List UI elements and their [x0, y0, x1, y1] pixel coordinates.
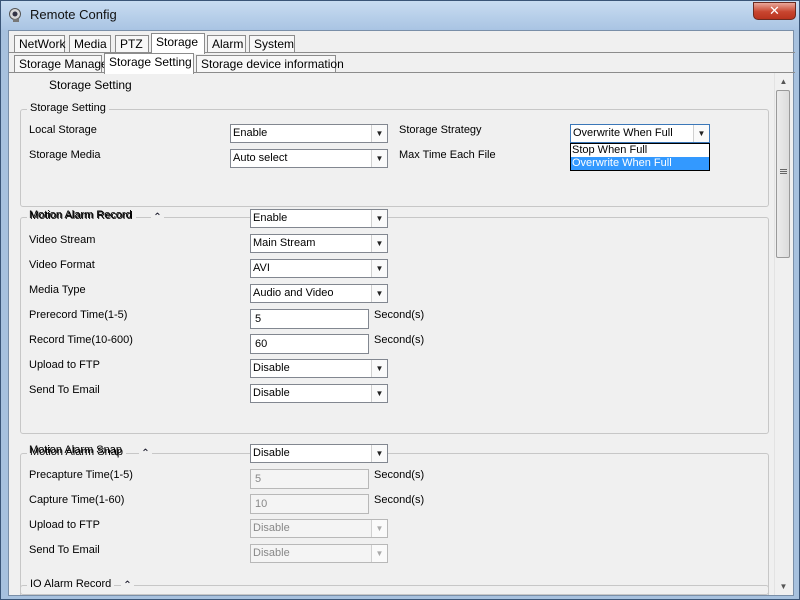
- remote-config-window: Remote Config ✕ NetWork Media PTZ Storag…: [0, 0, 800, 600]
- scrollbar-thumb[interactable]: [776, 90, 790, 258]
- storage-strategy-label: Storage Strategy: [399, 124, 482, 136]
- triangle-down-icon: ▼: [371, 285, 387, 302]
- motion-alarm-snap-select[interactable]: Disable ▼: [250, 444, 388, 463]
- vertical-scrollbar[interactable]: ▲ ▼: [774, 73, 791, 595]
- window-title: Remote Config: [30, 7, 117, 22]
- snap-send-email-select[interactable]: Disable ▼: [250, 544, 388, 563]
- triangle-down-icon: ▼: [371, 125, 387, 142]
- storage-media-value: Auto select: [233, 152, 288, 164]
- local-storage-label: Local Storage: [29, 124, 97, 136]
- record-send-email-label: Send To Email: [29, 384, 100, 396]
- local-storage-value: Enable: [233, 127, 268, 139]
- video-stream-label: Video Stream: [29, 234, 96, 246]
- camera-icon: [9, 8, 21, 22]
- option-overwrite-when-full[interactable]: Overwrite When Full: [571, 157, 709, 170]
- record-upload-ftp-select[interactable]: Disable ▼: [250, 359, 388, 378]
- record-time-label: Record Time(10-600): [29, 334, 133, 346]
- storage-strategy-value: Overwrite When Full: [573, 127, 673, 139]
- media-type-label: Media Type: [29, 284, 86, 296]
- precapture-time-label: Precapture Time(1-5): [29, 469, 133, 481]
- double-chevron-up-icon[interactable]: ⌃: [121, 579, 134, 592]
- record-time-input[interactable]: 60: [250, 334, 369, 354]
- triangle-down-icon: ▼: [693, 125, 709, 142]
- io-alarm-record-group: IO Alarm Record ⌃: [20, 578, 769, 595]
- triangle-down-icon: ▼: [371, 385, 387, 402]
- motion-alarm-snap-value: Disable: [253, 447, 290, 459]
- storage-media-select[interactable]: Auto select ▼: [230, 149, 388, 168]
- local-storage-select[interactable]: Enable ▼: [230, 124, 388, 143]
- scroll-up-arrow-icon[interactable]: ▲: [775, 73, 792, 90]
- motion-alarm-snap-label: Motion Alarm Snap: [29, 444, 122, 456]
- prerecord-time-input[interactable]: 5: [250, 309, 369, 329]
- precapture-time-unit: Second(s): [374, 469, 425, 481]
- prerecord-time-unit: Second(s): [374, 309, 425, 321]
- page-title: Storage Setting: [49, 78, 132, 92]
- record-upload-ftp-label: Upload to FTP: [29, 359, 100, 371]
- motion-alarm-record-label: Motion Alarm Record: [29, 209, 132, 221]
- snap-upload-ftp-value: Disable: [253, 522, 290, 534]
- storage-setting-group-title: Storage Setting: [27, 102, 109, 114]
- motion-alarm-record-value: Enable: [253, 212, 288, 224]
- video-stream-value: Main Stream: [253, 237, 316, 249]
- snap-upload-ftp-label: Upload to FTP: [29, 519, 100, 531]
- triangle-down-icon: ▼: [371, 210, 387, 227]
- tab-ptz[interactable]: PTZ: [115, 35, 149, 53]
- tab-system[interactable]: System: [249, 35, 295, 53]
- media-type-value: Audio and Video: [253, 287, 334, 299]
- record-upload-ftp-value: Disable: [253, 362, 290, 374]
- snap-send-email-label: Send To Email: [29, 544, 100, 556]
- tab-media[interactable]: Media: [69, 35, 111, 53]
- tab-storage[interactable]: Storage: [151, 33, 205, 54]
- triangle-down-icon: ▼: [371, 445, 387, 462]
- max-time-label: Max Time Each File: [399, 149, 496, 161]
- video-format-value: AVI: [253, 262, 270, 274]
- snap-send-email-value: Disable: [253, 547, 290, 559]
- capture-time-label: Capture Time(1-60): [29, 494, 125, 506]
- capture-time-unit: Second(s): [374, 494, 425, 506]
- video-format-select[interactable]: AVI ▼: [250, 259, 388, 278]
- record-send-email-select[interactable]: Disable ▼: [250, 384, 388, 403]
- tab-network[interactable]: NetWork: [14, 35, 65, 53]
- triangle-down-icon: ▼: [371, 260, 387, 277]
- video-stream-select[interactable]: Main Stream ▼: [250, 234, 388, 253]
- triangle-down-icon: ▼: [371, 150, 387, 167]
- triangle-down-icon: ▼: [371, 360, 387, 377]
- double-chevron-up-icon[interactable]: ⌃: [151, 211, 164, 224]
- media-type-select[interactable]: Audio and Video ▼: [250, 284, 388, 303]
- prerecord-time-label: Prerecord Time(1-5): [29, 309, 128, 321]
- precapture-time-input[interactable]: 5: [250, 469, 369, 489]
- tab-storage-manage[interactable]: Storage Manage: [14, 55, 108, 73]
- tab-storage-setting[interactable]: Storage Setting: [104, 53, 194, 74]
- option-stop-when-full[interactable]: Stop When Full: [571, 144, 709, 157]
- storage-media-label: Storage Media: [29, 149, 101, 161]
- triangle-down-icon: ▼: [371, 520, 387, 537]
- storage-strategy-select[interactable]: Overwrite When Full ▼: [570, 124, 710, 143]
- double-chevron-up-icon[interactable]: ⌃: [139, 447, 152, 460]
- video-format-label: Video Format: [29, 259, 95, 271]
- storage-strategy-dropdown-list: Stop When Full Overwrite When Full: [570, 143, 710, 171]
- triangle-down-icon: ▼: [371, 545, 387, 562]
- io-alarm-record-group-title: IO Alarm Record: [27, 578, 115, 590]
- record-send-email-value: Disable: [253, 387, 290, 399]
- client-area: NetWork Media PTZ Storage Alarm System S…: [8, 30, 795, 596]
- tab-alarm[interactable]: Alarm: [207, 35, 246, 53]
- scroll-down-arrow-icon[interactable]: ▼: [775, 578, 792, 595]
- snap-upload-ftp-select[interactable]: Disable ▼: [250, 519, 388, 538]
- record-time-unit: Second(s): [374, 334, 425, 346]
- capture-time-input[interactable]: 10: [250, 494, 369, 514]
- title-bar[interactable]: Remote Config ✕: [1, 1, 799, 30]
- close-button[interactable]: ✕: [753, 2, 796, 20]
- motion-alarm-record-group: Motion Alarm Record ⌃: [20, 210, 769, 434]
- settings-scroll-pane[interactable]: Storage Setting Storage Setting Local St…: [9, 73, 795, 595]
- motion-alarm-record-select[interactable]: Enable ▼: [250, 209, 388, 228]
- tab-storage-device-information[interactable]: Storage device information: [196, 55, 344, 73]
- grip-icon: [780, 169, 787, 170]
- triangle-down-icon: ▼: [371, 235, 387, 252]
